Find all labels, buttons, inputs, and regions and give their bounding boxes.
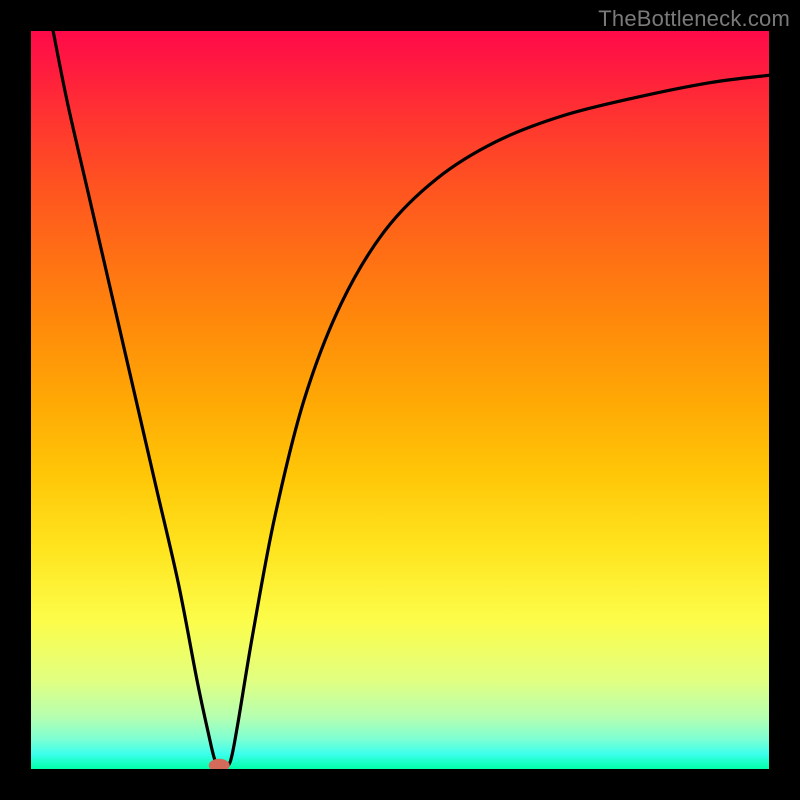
- chart-frame: TheBottleneck.com: [0, 0, 800, 800]
- plot-area: [31, 31, 769, 769]
- watermark-text: TheBottleneck.com: [598, 6, 790, 32]
- curve-svg: [31, 31, 769, 769]
- bottleneck-curve: [53, 31, 769, 766]
- minimum-marker: [209, 759, 230, 769]
